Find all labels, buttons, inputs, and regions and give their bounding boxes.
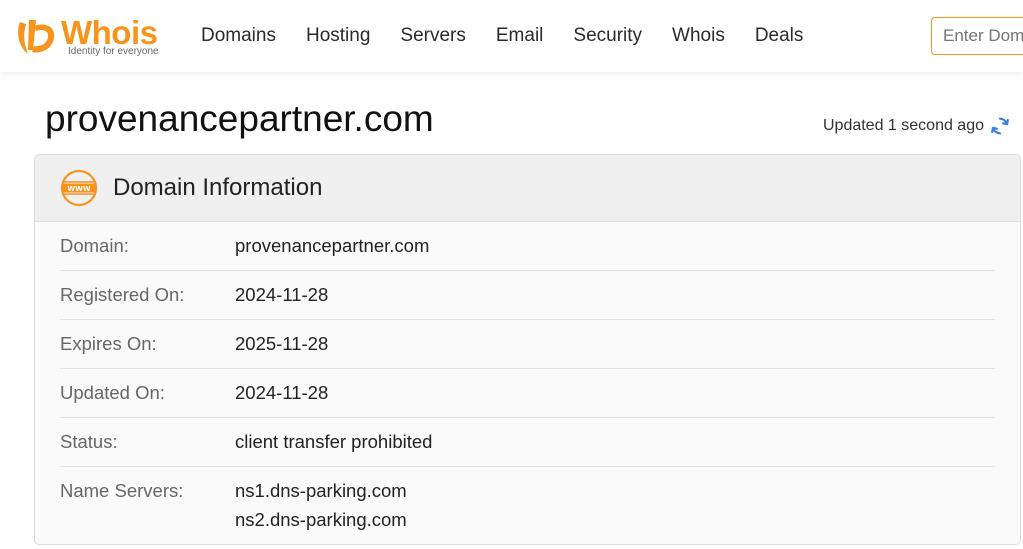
row-name-servers: Name Servers: ns1.dns-parking.com ns2.dn… xyxy=(60,467,995,531)
brand-tagline: Identity for everyone xyxy=(68,46,159,57)
top-navbar: Whois Identity for everyone Domains Host… xyxy=(0,0,1023,72)
refresh-icon[interactable] xyxy=(989,115,1011,137)
nav-hosting[interactable]: Hosting xyxy=(291,25,385,47)
row-registered-on: Registered On: 2024-11-28 xyxy=(60,271,995,320)
name-server-item: ns2.dns-parking.com xyxy=(235,509,407,530)
row-status: Status: client transfer prohibited xyxy=(60,418,995,467)
row-expires-on: Expires On: 2025-11-28 xyxy=(60,320,995,369)
label-status: Status: xyxy=(60,431,118,452)
nav-security[interactable]: Security xyxy=(558,25,657,47)
label-name-servers: Name Servers: xyxy=(60,480,184,501)
whois-logo[interactable]: Whois Identity for everyone xyxy=(14,12,174,62)
row-domain: Domain: provenancepartner.com xyxy=(60,222,995,271)
label-domain: Domain: xyxy=(60,235,129,256)
nav-servers[interactable]: Servers xyxy=(385,25,480,47)
row-updated-on: Updated On: 2024-11-28 xyxy=(60,369,995,418)
card-title: Domain Information xyxy=(113,174,323,201)
label-updated-on: Updated On: xyxy=(60,382,165,403)
value-expires-on: 2025-11-28 xyxy=(235,333,329,354)
svg-text:WWW: WWW xyxy=(67,185,90,193)
domain-information-card: WWW Domain Information Domain: provenanc… xyxy=(34,154,1021,545)
updated-status: Updated 1 second ago xyxy=(823,115,1011,137)
name-server-list: ns1.dns-parking.com ns2.dns-parking.com xyxy=(235,480,407,531)
value-domain: provenancepartner.com xyxy=(235,235,430,256)
whois-logo-icon xyxy=(18,20,55,54)
updated-text: Updated 1 second ago xyxy=(822,117,984,134)
nav-whois[interactable]: Whois xyxy=(657,25,740,47)
page-title: provenancepartner.com xyxy=(45,98,434,139)
label-registered-on: Registered On: xyxy=(60,284,185,305)
value-updated-on: 2024-11-28 xyxy=(235,382,329,403)
card-header: WWW Domain Information xyxy=(35,155,1020,222)
value-registered-on: 2024-11-28 xyxy=(235,284,329,305)
domain-info-rows: Domain: provenancepartner.com Registered… xyxy=(35,222,1020,531)
label-expires-on: Expires On: xyxy=(60,333,157,354)
nav-deals[interactable]: Deals xyxy=(740,25,819,47)
www-icon: WWW xyxy=(60,169,98,207)
value-status: client transfer prohibited xyxy=(235,431,433,452)
main-nav: Domains Hosting Servers Email Security W… xyxy=(186,0,818,72)
nav-domains[interactable]: Domains xyxy=(186,25,291,47)
nav-email[interactable]: Email xyxy=(481,25,559,47)
name-server-item: ns1.dns-parking.com xyxy=(235,480,407,501)
domain-search-input[interactable] xyxy=(931,17,1023,55)
